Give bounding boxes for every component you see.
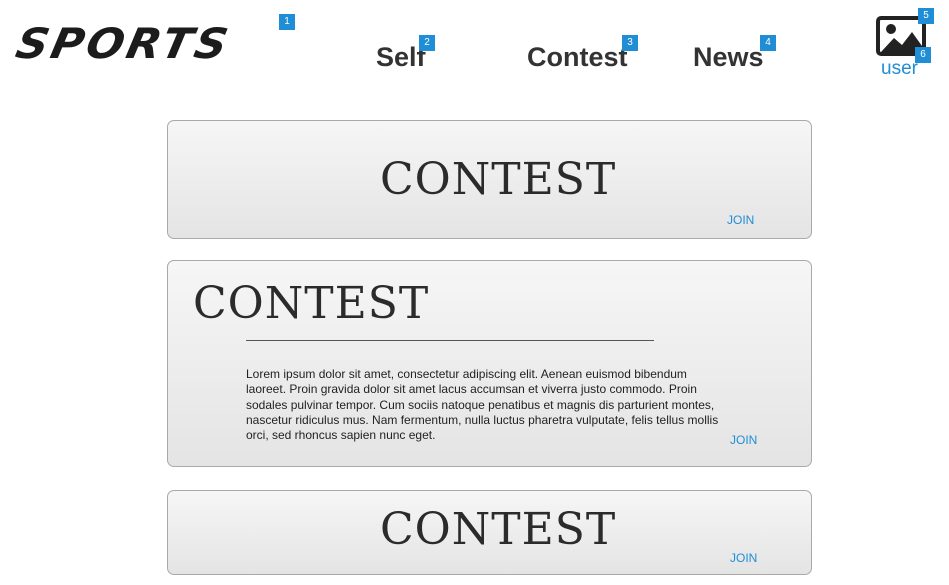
contest-card: CONTEST JOIN <box>167 120 812 239</box>
nav-item-contest[interactable]: Contest <box>527 42 628 73</box>
contest-card-title: CONTEST <box>380 504 617 555</box>
contest-card-title: CONTEST <box>380 154 617 205</box>
join-link[interactable]: JOIN <box>727 213 754 227</box>
page: SPORTS 1 Self 2 Contest 3 News 4 5 user … <box>0 0 949 585</box>
annotation-badge-5: 5 <box>918 8 934 24</box>
title-divider <box>246 340 654 341</box>
join-link[interactable]: JOIN <box>730 551 757 565</box>
annotation-badge-4: 4 <box>760 35 776 51</box>
user-link[interactable]: user <box>881 58 918 80</box>
nav-item-news[interactable]: News <box>693 42 764 73</box>
site-logo[interactable]: SPORTS <box>12 20 235 68</box>
join-link[interactable]: JOIN <box>730 433 757 447</box>
contest-description: Lorem ipsum dolor sit amet, consectetur … <box>246 367 719 443</box>
annotation-badge-6: 6 <box>915 47 931 63</box>
contest-card-title: CONTEST <box>193 278 430 329</box>
annotation-badge-2: 2 <box>419 35 435 51</box>
annotation-badge-3: 3 <box>622 35 638 51</box>
contest-card-expanded: CONTEST Lorem ipsum dolor sit amet, cons… <box>167 260 812 467</box>
contest-card: CONTEST JOIN <box>167 490 812 575</box>
annotation-badge-1: 1 <box>279 14 295 30</box>
